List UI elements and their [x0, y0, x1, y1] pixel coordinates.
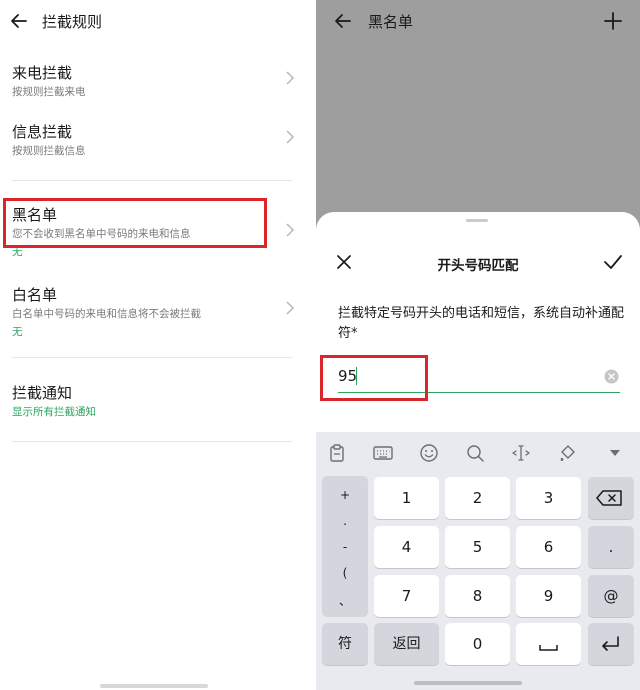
enter-key[interactable]	[588, 623, 634, 665]
cursor-icon	[512, 445, 530, 461]
symbol-paren[interactable]: (	[322, 566, 368, 580]
dot-key[interactable]: .	[588, 526, 634, 568]
top-bar: 拦截规则	[0, 0, 316, 42]
search-icon	[467, 445, 484, 462]
section-divider	[12, 357, 292, 358]
home-indicator	[414, 681, 522, 685]
confirm-button[interactable]	[602, 251, 624, 273]
back-arrow-icon	[11, 14, 27, 28]
page-title: 拦截规则	[42, 13, 103, 31]
numeric-keyboard: + . - ( 、 1 2 3 4 5 6 . 7 8 9 @ 符 返回 0	[316, 432, 640, 690]
plus-icon	[604, 12, 622, 30]
search-button[interactable]	[464, 442, 486, 464]
item-subtitle: 按规则拦截信息	[12, 145, 86, 157]
key-1[interactable]: 1	[374, 477, 439, 519]
section-divider	[12, 180, 292, 181]
page-title: 黑名单	[368, 13, 414, 31]
key-9[interactable]: 9	[516, 575, 581, 617]
collapse-keyboard-button[interactable]	[604, 442, 626, 464]
key-8[interactable]: 8	[445, 575, 510, 617]
enter-icon	[602, 636, 619, 651]
space-icon	[539, 645, 558, 651]
key-2[interactable]: 2	[445, 477, 510, 519]
add-button[interactable]	[600, 8, 626, 34]
whitelist-item[interactable]: 白名单 白名单中号码的来电和信息将不会被拦截 无	[0, 280, 316, 340]
key-4[interactable]: 4	[374, 526, 439, 568]
key-6[interactable]: 6	[516, 526, 581, 568]
sheet-description: 拦截特定号码开头的电话和短信，系统自动补通配符*	[338, 306, 625, 341]
delete-key[interactable]	[588, 477, 634, 519]
highlight-box	[3, 198, 267, 248]
item-state: 显示所有拦截通知	[12, 406, 96, 418]
chevron-right-icon	[286, 301, 295, 315]
call-interception-item[interactable]: 来电拦截 按规则拦截来电	[0, 58, 316, 104]
space-key[interactable]	[516, 623, 581, 665]
keyboard-switch-button[interactable]	[372, 442, 394, 464]
back-button[interactable]	[330, 8, 358, 34]
key-0[interactable]: 0	[445, 623, 510, 665]
sheet-title: 开头号码匹配	[437, 258, 519, 274]
drag-handle[interactable]	[466, 219, 488, 222]
collapse-icon	[610, 450, 620, 456]
clipboard-icon	[330, 444, 344, 462]
emoji-button[interactable]	[418, 442, 440, 464]
interception-notification-item[interactable]: 拦截通知 显示所有拦截通知	[0, 380, 316, 424]
check-icon	[604, 255, 622, 269]
highlight-box	[320, 355, 428, 401]
prefix-match-sheet: 开头号码匹配 拦截特定号码开头的电话和短信，系统自动补通配符* 95	[316, 212, 640, 432]
item-title: 白名单	[12, 286, 58, 304]
emoji-icon	[420, 444, 438, 462]
return-key[interactable]: 返回	[374, 623, 439, 665]
back-button[interactable]	[6, 8, 34, 34]
section-divider	[12, 441, 292, 442]
theme-icon	[560, 445, 575, 461]
clear-icon	[604, 369, 619, 384]
chevron-right-icon	[286, 130, 295, 144]
at-key[interactable]: @	[588, 575, 634, 617]
top-bar: 黑名单	[316, 0, 640, 42]
symbol-plus[interactable]: +	[322, 488, 368, 502]
item-state: 无	[12, 326, 23, 338]
item-subtitle: 按规则拦截来电	[12, 86, 86, 98]
chevron-right-icon	[286, 71, 295, 85]
symbol-comma[interactable]: 、	[322, 592, 368, 609]
interception-rules-screen: 拦截规则 来电拦截 按规则拦截来电 信息拦截 按规则拦截信息 黑名单 您不会收到…	[0, 0, 316, 690]
back-arrow-icon	[335, 14, 351, 28]
home-indicator	[100, 684, 208, 688]
theme-button[interactable]	[556, 442, 578, 464]
item-title: 拦截通知	[12, 384, 73, 402]
symbol-dot[interactable]: .	[322, 514, 368, 528]
item-subtitle: 白名单中号码的来电和信息将不会被拦截	[12, 308, 201, 320]
symbol-dash[interactable]: -	[322, 540, 368, 554]
message-interception-item[interactable]: 信息拦截 按规则拦截信息	[0, 117, 316, 163]
key-3[interactable]: 3	[516, 477, 581, 519]
chevron-right-icon	[286, 223, 295, 237]
clipboard-button[interactable]	[326, 442, 348, 464]
backspace-icon	[596, 490, 622, 506]
item-title: 来电拦截	[12, 64, 73, 82]
keyboard-icon	[373, 446, 393, 460]
blacklist-screen: 黑名单 开头号码匹配 拦截特定号码开头的电话和短信，系统自动补通配符* 95 +…	[316, 0, 640, 690]
cursor-move-button[interactable]	[510, 442, 532, 464]
clear-input-button[interactable]	[604, 369, 619, 384]
key-5[interactable]: 5	[445, 526, 510, 568]
key-7[interactable]: 7	[374, 575, 439, 617]
item-title: 信息拦截	[12, 123, 73, 141]
symbol-column[interactable]: + . - ( 、	[322, 476, 368, 617]
symbol-key[interactable]: 符	[322, 623, 368, 665]
